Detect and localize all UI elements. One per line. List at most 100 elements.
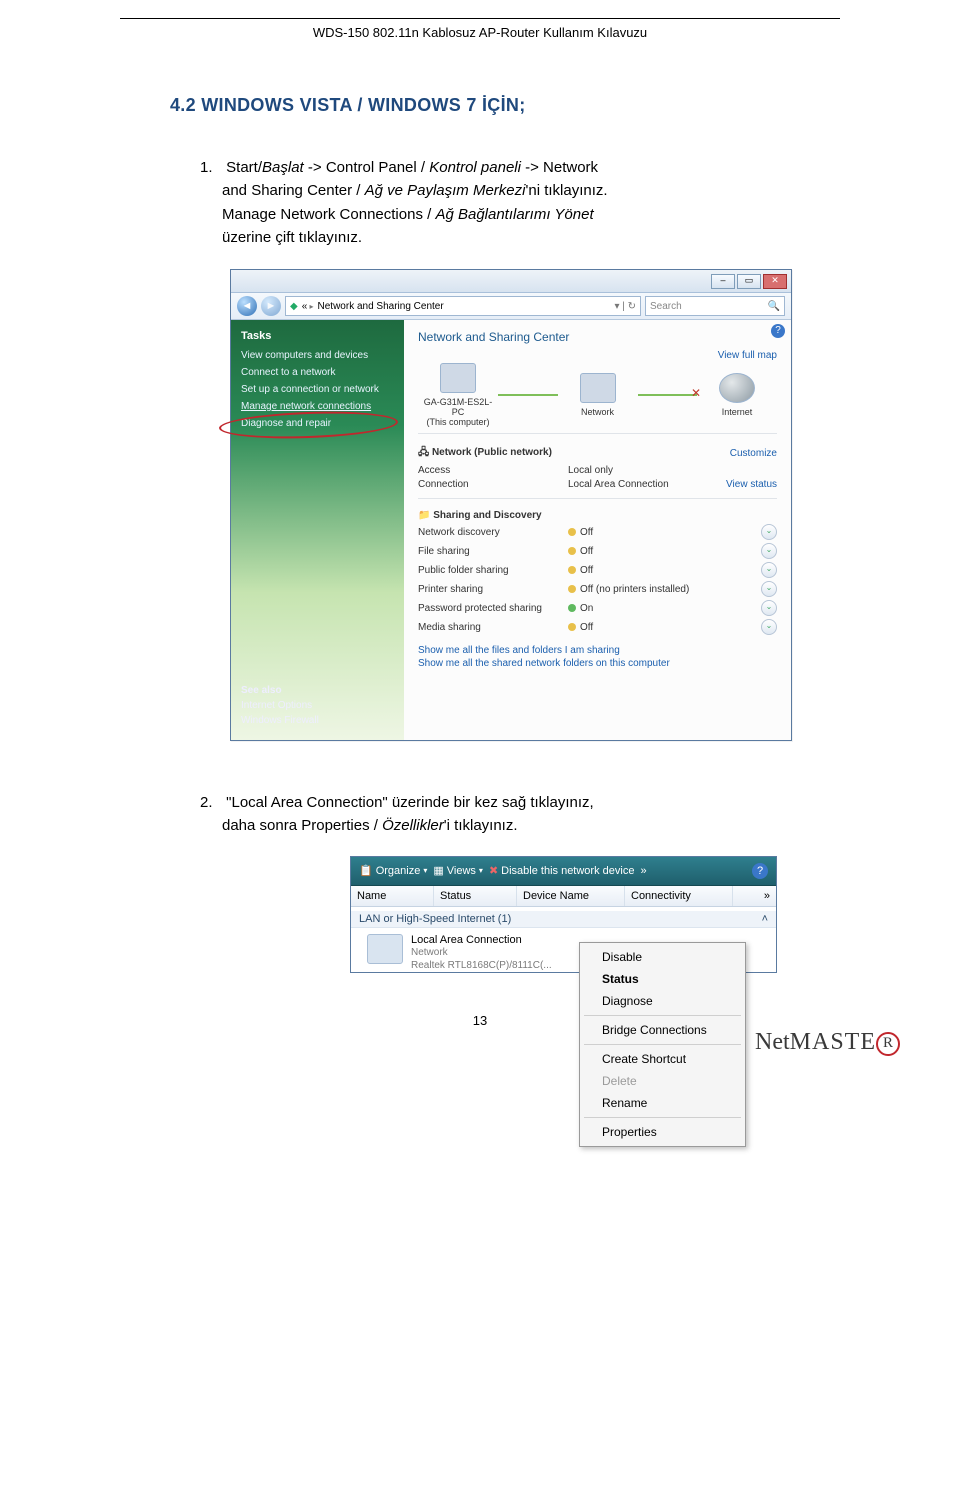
expand-button[interactable]: ⌄ [761,524,777,540]
help-icon[interactable]: ? [771,324,785,338]
expand-button[interactable]: ⌄ [761,619,777,635]
menu-status[interactable]: Status [580,968,745,990]
explorer-toolbar: 📋 Organize ▾ ▦ Views ▾ ✖ Disable this ne… [351,857,776,886]
col-device-name[interactable]: Device Name [517,886,625,906]
task-manage-connections[interactable]: Manage network connections [241,401,396,412]
expand-button[interactable]: ⌄ [761,600,777,616]
connection-device: Realtek RTL8168C(P)/8111C(... [411,960,552,973]
search-icon: 🔍 [768,301,780,312]
menu-properties[interactable]: Properties [580,1121,745,1143]
sharing-key: Network discovery [418,527,568,538]
sharing-key: Printer sharing [418,584,568,595]
menu-rename[interactable]: Rename [580,1092,745,1114]
tasks-pane: Tasks View computers and devices Connect… [231,320,404,740]
window-titlebar: – ▭ ✕ [231,270,791,293]
minimize-button[interactable]: – [711,274,735,289]
connection-value: Local Area Connection [568,479,726,490]
menu-separator [584,1117,741,1118]
col-connectivity[interactable]: Connectivity [625,886,733,906]
menu-diagnose[interactable]: Diagnose [580,990,745,1012]
back-button[interactable]: ◄ [237,296,257,316]
col-name[interactable]: Name [351,886,434,906]
group-header[interactable]: LAN or High-Speed Internet (1) ˄ [351,911,776,928]
sharing-key: File sharing [418,546,568,557]
maximize-button[interactable]: ▭ [737,274,761,289]
link-line-icon [498,394,558,396]
view-status-link[interactable]: View status [726,479,777,490]
sharing-row: Media sharingOff⌄ [418,619,777,635]
task-connect-network[interactable]: Connect to a network [241,367,396,378]
col-overflow[interactable]: » [733,886,776,906]
context-menu: Disable Status Diagnose Bridge Connectio… [579,942,746,1147]
task-view-computers[interactable]: View computers and devices [241,350,396,361]
organize-menu[interactable]: 📋 Organize ▾ [359,864,427,877]
brand-logo: NetMASTER [755,1029,900,1058]
show-files-link[interactable]: Show me all the files and folders I am s… [418,645,777,656]
search-input[interactable]: Search 🔍 [645,296,785,316]
sharing-row: Public folder sharingOff⌄ [418,562,777,578]
address-bar: ◄ ► ◆ « Network and Sharing Center ▾ | ↻… [231,293,791,320]
view-full-map-link[interactable]: View full map [718,350,777,361]
customize-link[interactable]: Customize [730,448,777,459]
sharing-row: File sharingOff⌄ [418,543,777,559]
connection-status: Network [411,947,552,960]
sharing-row: Password protected sharingOn⌄ [418,600,777,616]
sharing-value: Off [568,546,761,557]
node-network: Network [558,373,638,417]
step-2-number: 2. [200,791,222,814]
menu-separator [584,1044,741,1045]
step-1-number: 1. [200,156,222,179]
task-setup-connection[interactable]: Set up a connection or network [241,384,396,395]
access-label: Access [418,465,568,476]
nic-icon [367,934,403,964]
menu-bridge[interactable]: Bridge Connections [580,1019,745,1041]
views-menu[interactable]: ▦ Views ▾ [433,864,483,877]
main-pane: ? Network and Sharing Center View full m… [404,320,791,740]
disable-device-button[interactable]: ✖ Disable this network device [489,864,635,877]
link-windows-firewall[interactable]: Windows Firewall [241,715,319,726]
column-headers: Name Status Device Name Connectivity » [351,886,776,907]
screenshot-network-connections: 📋 Organize ▾ ▦ Views ▾ ✖ Disable this ne… [350,856,777,974]
forward-button[interactable]: ► [261,296,281,316]
breadcrumb-label: Network and Sharing Center [318,301,444,312]
sharing-discovery-header: Sharing and Discovery [433,510,541,521]
doc-header: WDS-150 802.11n Kablosuz AP-Router Kulla… [0,25,960,40]
menu-disable[interactable]: Disable [580,946,745,968]
menu-create-shortcut[interactable]: Create Shortcut [580,1048,745,1070]
menu-delete: Delete [580,1070,745,1092]
globe-icon [719,373,755,403]
sharing-row: Network discoveryOff⌄ [418,524,777,540]
collapse-icon[interactable]: ˄ [762,913,768,925]
sharing-value: Off [568,622,761,633]
breadcrumb[interactable]: ◆ « Network and Sharing Center ▾ | ↻ [285,296,641,316]
close-button[interactable]: ✕ [763,274,787,289]
sharing-key: Password protected sharing [418,603,568,614]
step-2-text: "Local Area Connection" üzerinde bir kez… [200,794,594,834]
network-public-label: Network (Public network) [432,447,552,458]
node-this-computer: GA-G31M-ES2L-PC (This computer) [418,363,498,427]
menu-separator [584,1015,741,1016]
connection-name: Local Area Connection [411,934,552,948]
sharing-value: Off [568,527,761,538]
sharing-row: Printer sharingOff (no printers installe… [418,581,777,597]
expand-button[interactable]: ⌄ [761,581,777,597]
step-1: 1. Start/Başlat -> Control Panel / Kontr… [200,156,820,249]
step-1-text: Start/Başlat -> Control Panel / Kontrol … [200,159,608,246]
tasks-header: Tasks [241,330,396,342]
col-status[interactable]: Status [434,886,517,906]
network-diagram: GA-G31M-ES2L-PC (This computer) Network … [418,365,777,425]
sharing-value: Off (no printers installed) [568,584,761,595]
see-also: See also Internet Options Windows Firewa… [241,681,319,730]
help-icon[interactable]: ? [752,863,768,879]
pane-title: Network and Sharing Center [418,330,777,344]
link-internet-options[interactable]: Internet Options [241,700,319,711]
toolbar-overflow[interactable]: » [640,865,646,877]
highlight-ellipse-icon [219,409,399,441]
expand-button[interactable]: ⌄ [761,562,777,578]
show-shared-folders-link[interactable]: Show me all the shared network folders o… [418,658,777,669]
registered-icon: R [876,1032,900,1056]
sharing-value: On [568,603,761,614]
sharing-key: Media sharing [418,622,568,633]
expand-button[interactable]: ⌄ [761,543,777,559]
screenshot-network-sharing-center: – ▭ ✕ ◄ ► ◆ « Network and Sharing Center… [230,269,792,741]
